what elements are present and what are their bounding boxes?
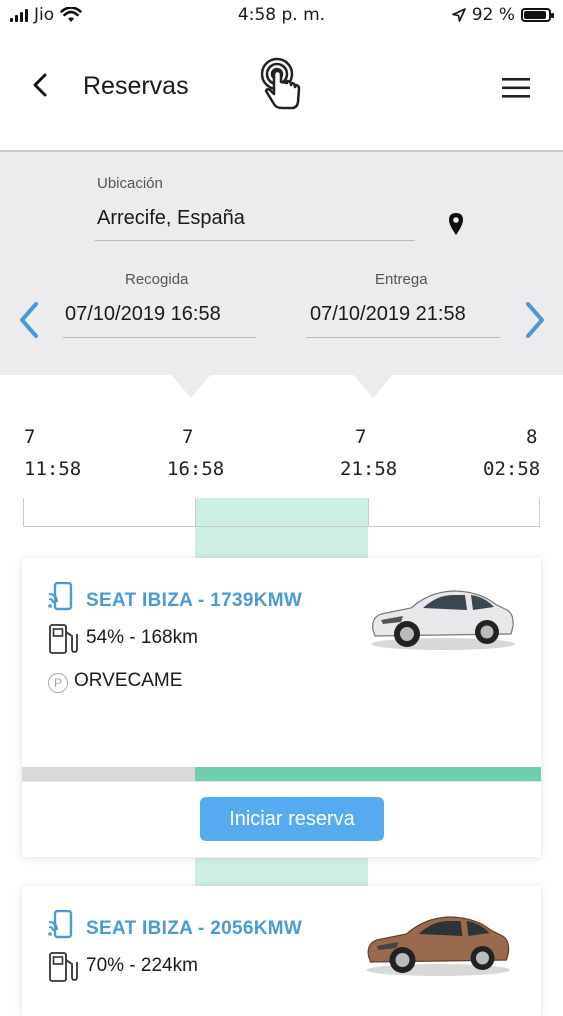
return-field[interactable]: 07/10/2019 21:58: [310, 303, 466, 326]
fuel-level: 54% - 168km: [86, 627, 198, 648]
start-reservation-button[interactable]: Iniciar reserva: [200, 797, 384, 841]
timeline-tick-time: 16:58: [167, 458, 225, 480]
back-arrow-icon[interactable]: [26, 70, 56, 100]
pickup-label: Recogida: [125, 271, 189, 288]
reservation-band: [195, 858, 368, 886]
fuel-pump-icon: [49, 952, 78, 982]
location-arrow-icon: [451, 8, 466, 22]
timeline-tick-day: 8: [526, 426, 538, 448]
timeline-tick-day: 7: [24, 426, 36, 448]
car-name: SEAT IBIZA - 2056KMW: [86, 918, 303, 939]
booking-progress-fill: [195, 767, 541, 781]
parking-name: ORVECAME: [74, 670, 183, 691]
phone-signal-icon: [48, 910, 73, 939]
battery-icon: [521, 8, 554, 22]
previous-arrow-icon[interactable]: [16, 300, 42, 340]
location-field[interactable]: Arrecife, España: [97, 207, 245, 230]
timeline-tick-mark: [368, 498, 369, 527]
car-image: [371, 590, 515, 650]
reservation-band: [195, 498, 368, 558]
timeline-tick-time: 11:58: [24, 458, 82, 480]
page-title: Reservas: [83, 72, 189, 100]
app-header: Reservas: [0, 34, 563, 150]
timeline-tick-day: 7: [182, 426, 194, 448]
timeline-tick-time: 02:58: [483, 458, 541, 480]
location-underline: [95, 240, 415, 241]
pickup-field[interactable]: 07/10/2019 16:58: [65, 303, 221, 326]
timeline-tick-mark: [539, 498, 540, 527]
status-bar: Jio 4:58 p. m. 92 %: [0, 0, 563, 34]
pickup-underline: [63, 337, 256, 338]
fuel-pump-icon: [49, 624, 78, 654]
next-arrow-icon[interactable]: [522, 300, 548, 340]
timeline-tick-day: 7: [355, 426, 367, 448]
return-pointer: [351, 372, 395, 398]
map-pin-icon[interactable]: [447, 212, 465, 236]
timeline-axis: [23, 526, 540, 527]
phone-signal-icon: [48, 582, 73, 611]
return-label: Entrega: [375, 271, 428, 288]
timeline-tick-time: 21:58: [340, 458, 398, 480]
location-label: Ubicación: [97, 175, 163, 192]
car-image: [366, 916, 511, 976]
touch-gesture-icon[interactable]: [258, 56, 304, 114]
pickup-pointer: [169, 372, 213, 398]
car-name: SEAT IBIZA - 1739KMW: [86, 590, 303, 611]
return-underline: [306, 337, 500, 338]
car-card[interactable]: SEAT IBIZA - 2056KMW 70% - 224km: [22, 886, 541, 1016]
timeline-tick-mark: [23, 498, 24, 527]
booking-filter-panel: [0, 150, 563, 375]
card-divider: [22, 781, 541, 782]
battery-percent: 92 %: [471, 5, 515, 25]
hamburger-menu-icon[interactable]: [500, 76, 532, 100]
fuel-level: 70% - 224km: [86, 955, 198, 976]
parking-icon: P: [48, 673, 68, 693]
car-card[interactable]: SEAT IBIZA - 1739KMW 54% - 168km P ORVEC…: [22, 558, 541, 857]
timeline-tick-mark: [195, 498, 196, 527]
